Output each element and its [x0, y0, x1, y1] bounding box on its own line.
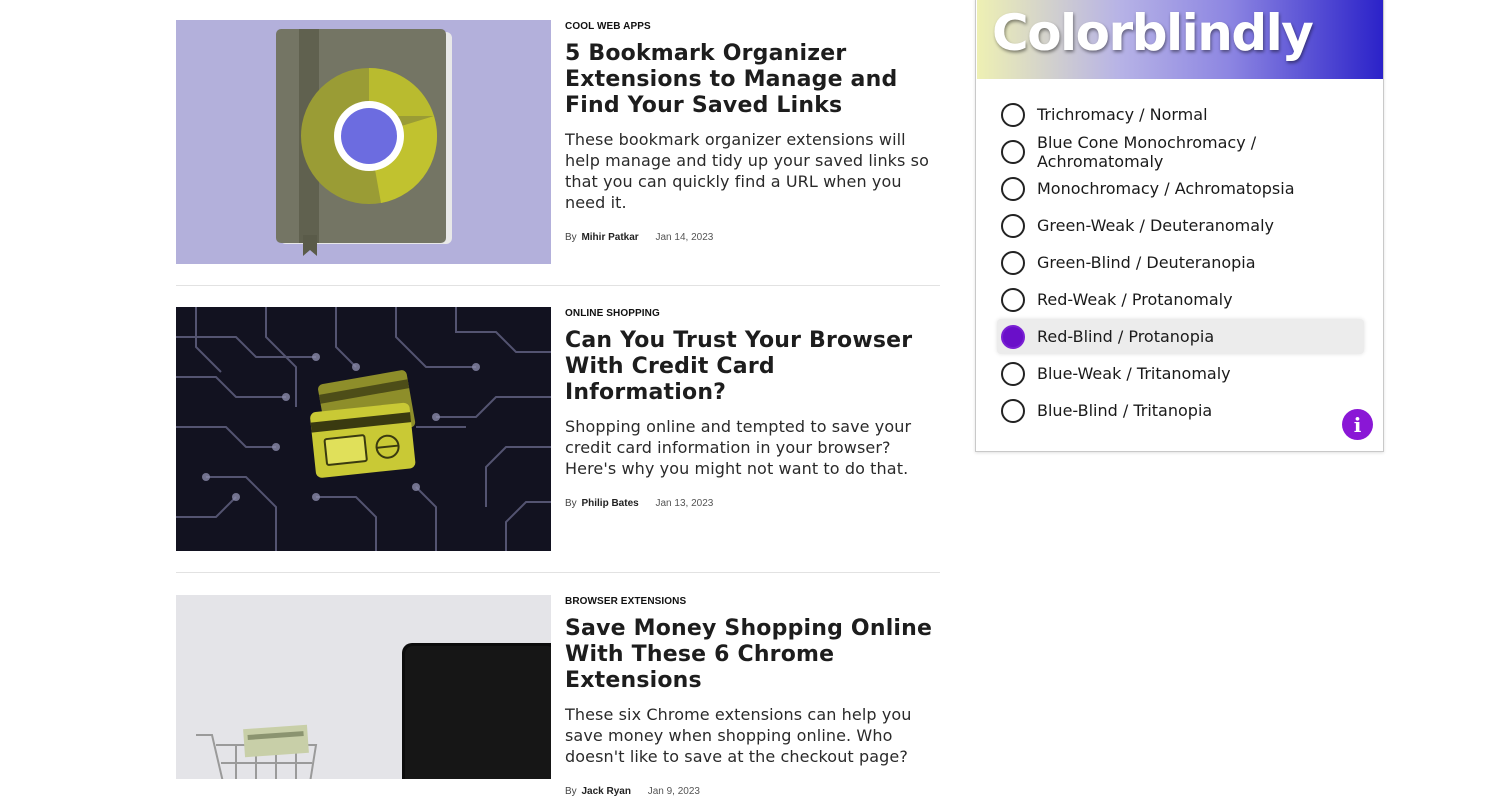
colorblindly-panel: Colorblindly Trichromacy / Normal Blue C… — [975, 0, 1384, 452]
article-category[interactable]: COOL WEB APPS — [565, 21, 940, 33]
radio-button[interactable] — [1001, 361, 1025, 386]
article-title[interactable]: 5 Bookmark Organizer Extensions to Manag… — [565, 41, 940, 119]
shopping-cart-laptop-icon — [176, 595, 551, 779]
article-thumbnail[interactable] — [176, 595, 551, 779]
article-card[interactable]: ONLINE SHOPPING Can You Trust Your Brows… — [176, 307, 940, 573]
article-content: BROWSER EXTENSIONS Save Money Shopping O… — [565, 595, 940, 800]
article-meta: By Jack Ryan Jan 9, 2023 — [565, 786, 940, 800]
article-date: Jan 9, 2023 — [647, 786, 700, 797]
option-label: Red-Blind / Protanopia — [1037, 327, 1215, 346]
article-card[interactable]: COOL WEB APPS 5 Bookmark Organizer Exten… — [176, 20, 940, 286]
article-content: ONLINE SHOPPING Can You Trust Your Brows… — [565, 307, 940, 512]
byline-prefix: By — [565, 786, 577, 797]
article-meta: By Mihir Patkar Jan 14, 2023 — [565, 232, 940, 246]
radio-button-selected[interactable] — [1001, 324, 1025, 349]
info-icon[interactable]: i — [1342, 409, 1373, 440]
radio-button[interactable] — [1001, 213, 1025, 238]
article-title[interactable]: Can You Trust Your Browser With Credit C… — [565, 328, 940, 406]
article-category[interactable]: BROWSER EXTENSIONS — [565, 596, 940, 608]
radio-button[interactable] — [1001, 398, 1025, 423]
colorblindly-title: Colorblindly — [992, 4, 1314, 62]
byline-prefix: By — [565, 498, 577, 509]
article-author[interactable]: Jack Ryan — [581, 786, 630, 797]
option-green-blind[interactable]: Green-Blind / Deuteranopia — [997, 245, 1364, 280]
radio-button[interactable] — [1001, 287, 1025, 312]
option-blue-blind[interactable]: Blue-Blind / Tritanopia — [997, 393, 1364, 428]
option-label: Green-Weak / Deuteranomaly — [1037, 216, 1274, 235]
article-meta: By Philip Bates Jan 13, 2023 — [565, 498, 940, 512]
article-divider — [176, 285, 940, 286]
radio-button[interactable] — [1001, 176, 1025, 201]
option-label: Blue-Blind / Tritanopia — [1037, 401, 1213, 420]
article-divider — [176, 572, 940, 573]
article-date: Jan 13, 2023 — [655, 498, 714, 509]
option-blue-cone-monochromacy[interactable]: Blue Cone Monochromacy / Achromatomaly — [997, 132, 1364, 171]
article-author[interactable]: Philip Bates — [581, 498, 638, 509]
article-author[interactable]: Mihir Patkar — [581, 232, 638, 243]
option-label: Trichromacy / Normal — [1037, 105, 1208, 124]
radio-button[interactable] — [1001, 250, 1025, 275]
option-monochromacy[interactable]: Monochromacy / Achromatopsia — [997, 171, 1364, 206]
article-excerpt: Shopping online and tempted to save your… — [565, 417, 912, 478]
radio-button[interactable] — [1001, 102, 1025, 127]
article-category[interactable]: ONLINE SHOPPING — [565, 308, 940, 320]
radio-button[interactable] — [1001, 139, 1025, 164]
option-label: Blue Cone Monochromacy / Achromatomaly — [1037, 132, 1257, 171]
bookmark-book-chrome-icon — [276, 29, 452, 256]
option-red-weak[interactable]: Red-Weak / Protanomaly — [997, 282, 1364, 317]
byline-prefix: By — [565, 232, 577, 243]
article-thumbnail[interactable] — [176, 20, 551, 264]
option-blue-weak[interactable]: Blue-Weak / Tritanomaly — [997, 356, 1364, 391]
option-trichromacy[interactable]: Trichromacy / Normal — [997, 97, 1364, 132]
colorblindly-banner: Colorblindly — [977, 0, 1383, 79]
option-label: Red-Weak / Protanomaly — [1037, 290, 1233, 309]
option-label: Monochromacy / Achromatopsia — [1037, 179, 1295, 198]
article-excerpt: These six Chrome extensions can help you… — [565, 705, 912, 766]
option-label: Blue-Weak / Tritanomaly — [1037, 364, 1231, 383]
option-red-blind[interactable]: Red-Blind / Protanopia — [997, 319, 1364, 354]
article-content: COOL WEB APPS 5 Bookmark Organizer Exten… — [565, 20, 940, 246]
option-label: Green-Blind / Deuteranopia — [1037, 253, 1256, 272]
article-title[interactable]: Save Money Shopping Online With These 6 … — [565, 616, 940, 694]
option-green-weak[interactable]: Green-Weak / Deuteranomaly — [997, 208, 1364, 243]
credit-card-circuit-icon — [176, 307, 551, 551]
article-excerpt: These bookmark organizer extensions will… — [565, 130, 929, 212]
article-thumbnail[interactable] — [176, 307, 551, 551]
article-date: Jan 14, 2023 — [655, 232, 714, 243]
article-card[interactable]: BROWSER EXTENSIONS Save Money Shopping O… — [176, 595, 940, 797]
